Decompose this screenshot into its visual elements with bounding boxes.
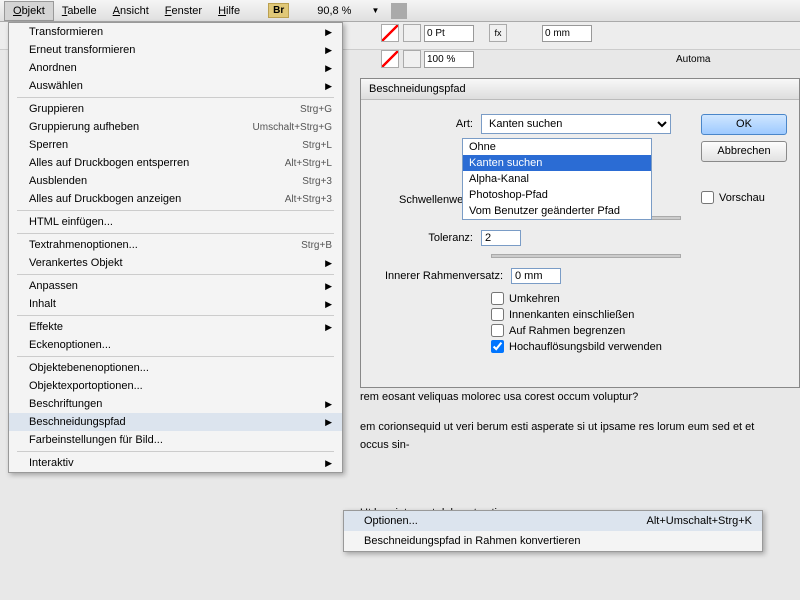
menu-item[interactable]: Erneut transformieren▶	[9, 41, 342, 59]
stroke-icon[interactable]	[403, 24, 421, 42]
menu-tabelle[interactable]: Tabelle	[54, 2, 105, 20]
bridge-icon[interactable]: Br	[268, 3, 289, 18]
ok-button[interactable]: OK	[701, 114, 787, 135]
menu-item[interactable]: Objektexportoptionen...	[9, 377, 342, 395]
dialog-title: Beschneidungspfad	[361, 79, 799, 100]
innerer-label: Innerer Rahmenversatz:	[371, 270, 511, 282]
stroke2-icon[interactable]	[403, 50, 421, 68]
innerer-input[interactable]	[511, 268, 561, 284]
toleranz-slider[interactable]	[491, 254, 681, 258]
art-option[interactable]: Vom Benutzer geänderter Pfad	[463, 203, 651, 219]
menu-item[interactable]: Inhalt▶	[9, 295, 342, 313]
art-option[interactable]: Photoshop-Pfad	[463, 187, 651, 203]
menu-item: SperrenStrg+L	[9, 136, 342, 154]
menu-item: Gruppierung aufhebenUmschalt+Strg+G	[9, 118, 342, 136]
hochaufloesung-label: Hochauflösungsbild verwenden	[509, 341, 662, 353]
art-option[interactable]: Alpha-Kanal	[463, 171, 651, 187]
menu-item[interactable]: AusblendenStrg+3	[9, 172, 342, 190]
art-option[interactable]: Kanten suchen	[463, 155, 651, 171]
submenu-optionen[interactable]: Optionen...Alt+Umschalt+Strg+K	[344, 511, 762, 531]
menu-item[interactable]: Anpassen▶	[9, 277, 342, 295]
zoom-dropdown-icon[interactable]: ▼	[363, 3, 387, 18]
menu-objekt[interactable]: Objekt	[4, 1, 54, 21]
menu-item: GruppierenStrg+G	[9, 100, 342, 118]
object-menu-dropdown: Transformieren▶Erneut transformieren▶Ano…	[8, 22, 343, 473]
menu-item: Textrahmenoptionen...Strg+B	[9, 236, 342, 254]
zoom-level[interactable]: 90,8 %	[309, 2, 359, 20]
hochaufloesung-checkbox[interactable]	[491, 340, 504, 353]
art-dropdown-list: OhneKanten suchenAlpha-KanalPhotoshop-Pf…	[462, 138, 652, 220]
fill-icon[interactable]	[381, 24, 399, 42]
fill2-icon[interactable]	[381, 50, 399, 68]
menu-item: Alles auf Druckbogen entsperrenAlt+Strg+…	[9, 154, 342, 172]
menu-item[interactable]: Auswählen▶	[9, 77, 342, 95]
art-option[interactable]: Ohne	[463, 139, 651, 155]
menu-item[interactable]: Farbeinstellungen für Bild...	[9, 431, 342, 449]
menu-item[interactable]: Effekte▶	[9, 318, 342, 336]
menu-item[interactable]: Verankertes Objekt▶	[9, 254, 342, 272]
innenkanten-checkbox[interactable]	[491, 308, 504, 321]
toleranz-label: Toleranz:	[371, 232, 481, 244]
menu-ansicht[interactable]: Ansicht	[105, 2, 157, 20]
submenu-convert: Beschneidungspfad in Rahmen konvertieren	[344, 531, 762, 551]
menu-item: Eckenoptionen...	[9, 336, 342, 354]
innenkanten-label: Innenkanten einschließen	[509, 309, 634, 321]
umkehren-checkbox[interactable]	[491, 292, 504, 305]
cancel-button[interactable]: Abbrechen	[701, 141, 787, 162]
menu-item[interactable]: Interaktiv▶	[9, 454, 342, 472]
art-label: Art:	[371, 118, 481, 130]
menu-item[interactable]: Anordnen▶	[9, 59, 342, 77]
vorschau-label: Vorschau	[719, 192, 765, 204]
rahmen-label: Auf Rahmen begrenzen	[509, 325, 625, 337]
menu-fenster[interactable]: Fenster	[157, 2, 210, 20]
menu-item[interactable]: Transformieren▶	[9, 23, 342, 41]
vorschau-checkbox[interactable]	[701, 191, 714, 204]
clipping-path-submenu: Optionen...Alt+Umschalt+Strg+K Beschneid…	[343, 510, 763, 552]
auto-label: Automa	[676, 54, 710, 65]
menubar: Objekt Tabelle Ansicht Fenster Hilfe Br …	[0, 0, 800, 22]
menu-item[interactable]: Beschriftungen▶	[9, 395, 342, 413]
menu-hilfe[interactable]: Hilfe	[210, 2, 248, 20]
menu-item: Alles auf Druckbogen anzeigenAlt+Strg+3	[9, 190, 342, 208]
dimension-field[interactable]: 0 mm	[542, 25, 592, 42]
toleranz-input[interactable]	[481, 230, 521, 246]
stroke-weight[interactable]: 0 Pt	[424, 25, 474, 42]
art-select[interactable]: Kanten suchen	[481, 114, 671, 134]
rahmen-checkbox[interactable]	[491, 324, 504, 337]
menu-item[interactable]: Objektebenenoptionen...	[9, 359, 342, 377]
umkehren-label: Umkehren	[509, 293, 560, 305]
menu-item[interactable]: Beschneidungspfad▶	[9, 413, 342, 431]
menu-item[interactable]: HTML einfügen...	[9, 213, 342, 231]
fx-icon[interactable]: fx	[489, 24, 507, 42]
scale-field[interactable]: 100 %	[424, 51, 474, 68]
clipping-path-dialog: Beschneidungspfad Art: Kanten suchen Sch…	[360, 78, 800, 388]
